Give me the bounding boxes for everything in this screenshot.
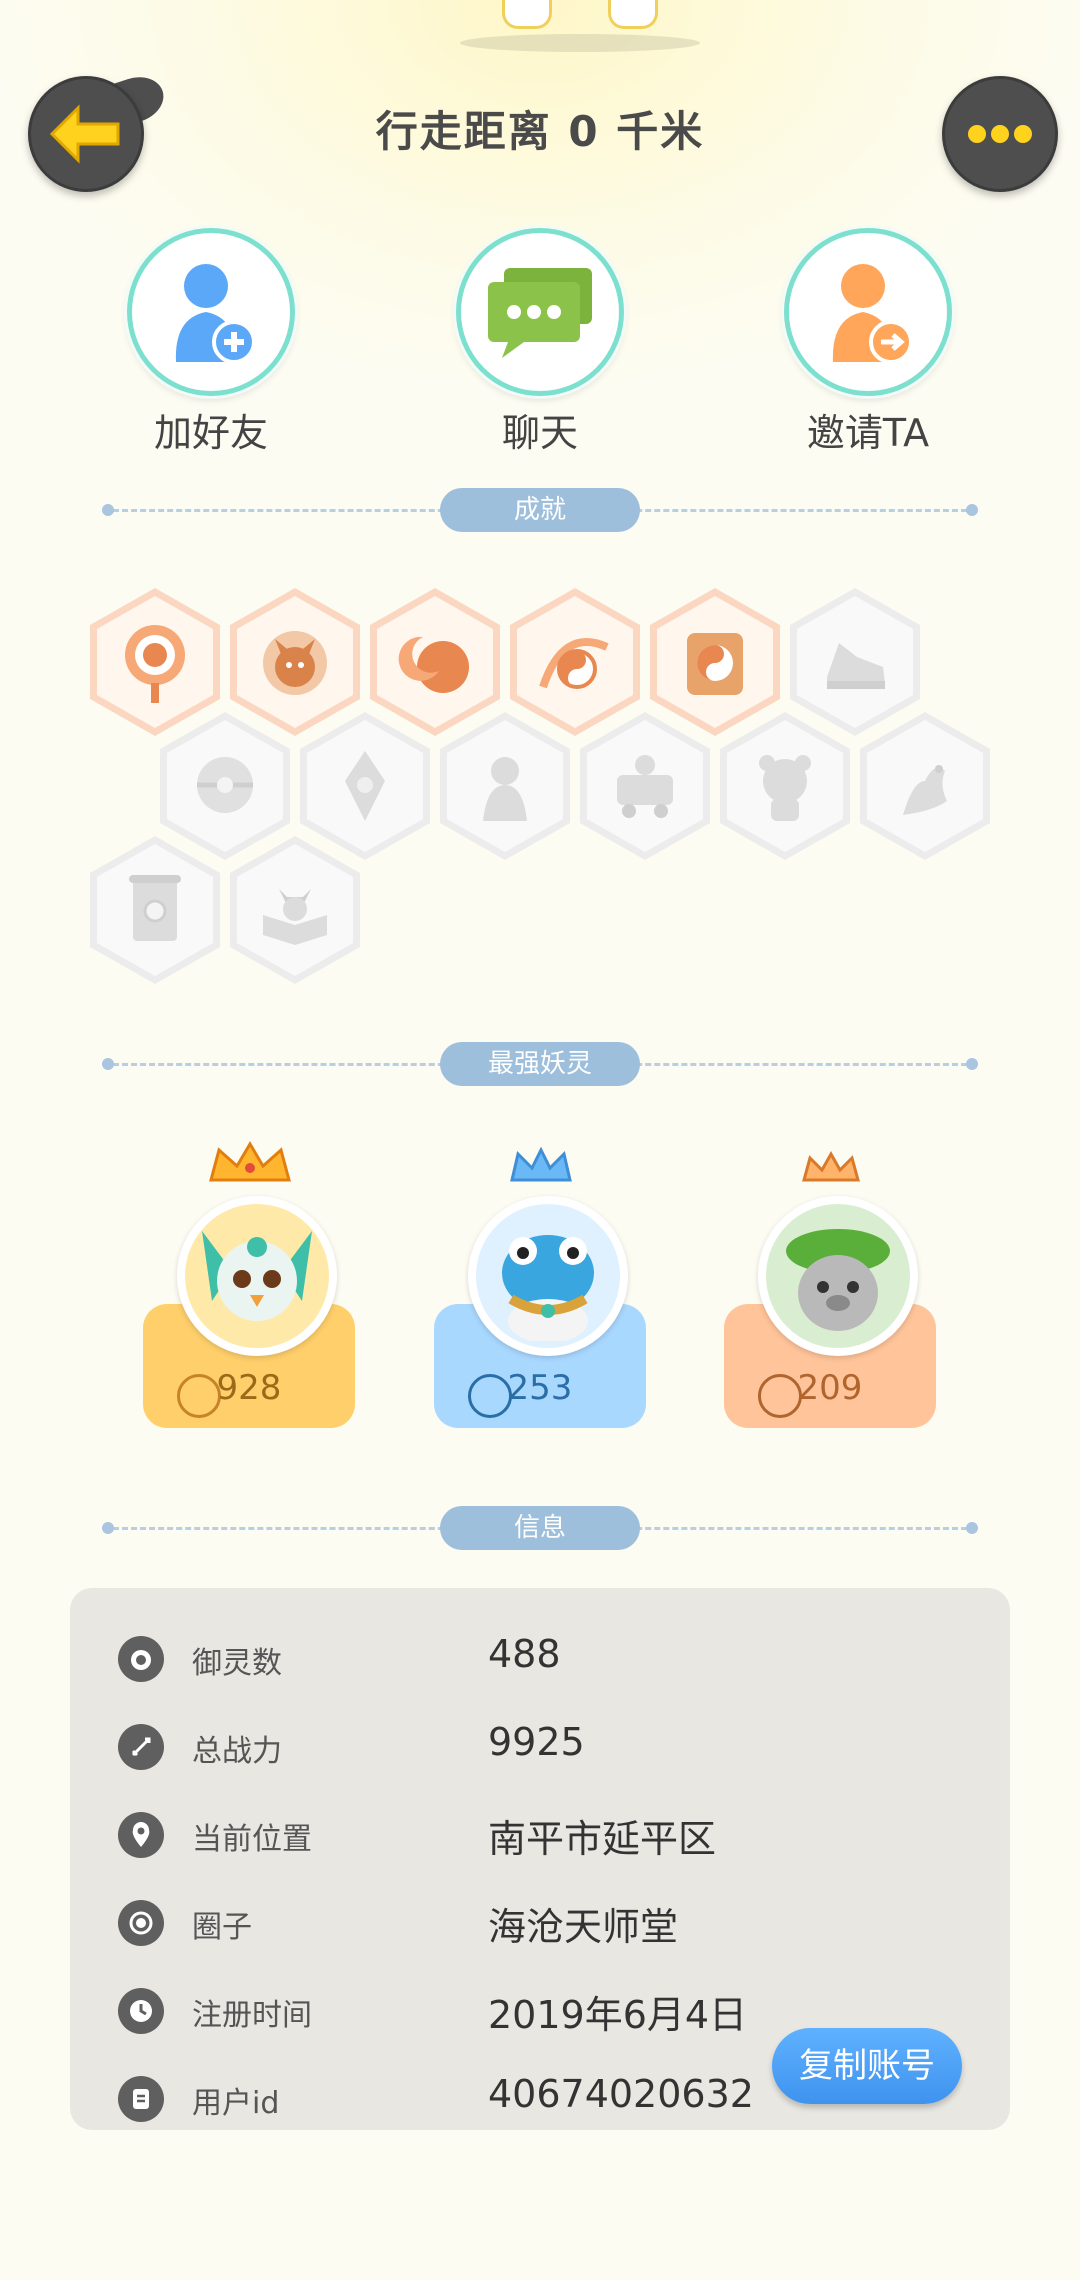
add-friend-button[interactable]: 加好友 — [111, 228, 311, 457]
info-header: 信息 — [102, 1506, 978, 1550]
open-book-badge-icon — [263, 889, 327, 945]
gold-crown-icon — [209, 1141, 291, 1182]
blue-crown-icon — [510, 1146, 572, 1182]
dragon-badge-icon — [903, 765, 947, 815]
pet-avatar — [468, 1196, 628, 1356]
owl-spirit-icon — [202, 1231, 312, 1321]
invite-icon — [832, 264, 913, 364]
target-badge-icon — [125, 625, 185, 703]
info-key: 用户id — [192, 2086, 280, 2121]
info-key: 总战力 — [192, 1734, 282, 1769]
info-value: 9925 — [488, 1720, 585, 1764]
ball-badge-icon — [197, 757, 253, 813]
sneaker-badge-icon — [827, 643, 885, 689]
pet-avatar — [177, 1196, 337, 1356]
ellipsis-icon — [968, 125, 1032, 143]
badge-cart[interactable] — [580, 712, 710, 860]
badge-scroll[interactable] — [90, 836, 220, 984]
strongest-header: 最强妖灵 — [102, 1042, 978, 1086]
sword-icon — [118, 1724, 164, 1770]
circle-target-icon — [118, 1900, 164, 1946]
badge-ball[interactable] — [160, 712, 290, 860]
info-key: 圈子 — [192, 1910, 252, 1945]
bear-badge-icon — [759, 755, 811, 821]
pet-power: 928 — [216, 1368, 282, 1408]
badge-taiji-book[interactable] — [650, 588, 780, 736]
achievements-title: 成就 — [440, 488, 640, 532]
info-row-total-power: 总战力 9925 — [70, 1718, 1010, 1778]
fox-badge-icon — [263, 631, 327, 695]
add-friend-icon — [175, 264, 256, 364]
info-row-location: 当前位置 南平市延平区 — [70, 1806, 1010, 1866]
info-value: 40674020632 — [488, 2072, 754, 2116]
info-key: 注册时间 — [192, 1998, 312, 2033]
badge-sneaker[interactable] — [790, 588, 920, 736]
info-value: 488 — [488, 1632, 561, 1676]
pet-avatar — [758, 1196, 918, 1356]
page-title: 行走距离 0 千米 — [375, 107, 705, 156]
chat-icon — [488, 268, 592, 358]
bronze-crown-icon — [802, 1150, 860, 1182]
avatar-feet — [460, 0, 700, 52]
pet-power: 209 — [797, 1368, 863, 1408]
pet-power: 253 — [507, 1368, 573, 1408]
info-title: 信息 — [440, 1506, 640, 1550]
badge-fox[interactable] — [230, 588, 360, 736]
info-value: 2019年6月4日 — [488, 1993, 748, 2037]
info-row-circle: 圈子 海沧天师堂 — [70, 1894, 1010, 1954]
chat-button[interactable]: 聊天 — [440, 228, 640, 457]
pet-card-2[interactable]: 253 — [434, 1140, 646, 1430]
info-key: 御灵数 — [192, 1646, 282, 1681]
moon-badge-icon — [398, 636, 469, 693]
taiji-book-badge-icon — [687, 633, 743, 695]
badge-dragon[interactable] — [860, 712, 990, 860]
scroll-badge-icon — [129, 875, 181, 941]
frog-spirit-icon — [502, 1235, 594, 1341]
badge-yinyang-swirl[interactable] — [510, 588, 640, 736]
more-button[interactable] — [942, 76, 1058, 192]
pet-card-1[interactable]: 928 — [143, 1140, 355, 1430]
badge-spirit[interactable] — [440, 712, 570, 860]
id-card-icon — [118, 2076, 164, 2122]
badge-open-book[interactable] — [230, 836, 360, 984]
spirit-count-icon — [118, 1636, 164, 1682]
badge-moon[interactable] — [370, 588, 500, 736]
badge-bear[interactable] — [720, 712, 850, 860]
pet-card-3[interactable]: 209 — [724, 1140, 936, 1430]
cart-badge-icon — [617, 755, 673, 818]
strongest-title: 最强妖灵 — [440, 1042, 640, 1086]
spirit-badge-icon — [483, 757, 527, 821]
chat-label: 聊天 — [501, 411, 578, 455]
crystal-badge-icon — [345, 751, 385, 821]
info-value: 海沧天师堂 — [488, 1905, 679, 1949]
mole-spirit-icon — [786, 1229, 890, 1331]
copy-account-button[interactable]: 复制账号 — [772, 2028, 962, 2104]
yinyang-swirl-badge-icon — [539, 638, 609, 689]
badge-target[interactable] — [90, 588, 220, 736]
clock-icon — [118, 1988, 164, 2034]
add-friend-label: 加好友 — [153, 411, 268, 455]
info-row-spirit-count: 御灵数 488 — [70, 1630, 1010, 1690]
invite-label: 邀请TA — [806, 411, 930, 455]
location-pin-icon — [118, 1812, 164, 1858]
badge-crystal[interactable] — [300, 712, 430, 860]
info-value: 南平市延平区 — [488, 1817, 717, 1861]
invite-button[interactable]: 邀请TA — [768, 228, 968, 457]
info-key: 当前位置 — [192, 1822, 312, 1857]
achievements-header: 成就 — [102, 488, 978, 532]
